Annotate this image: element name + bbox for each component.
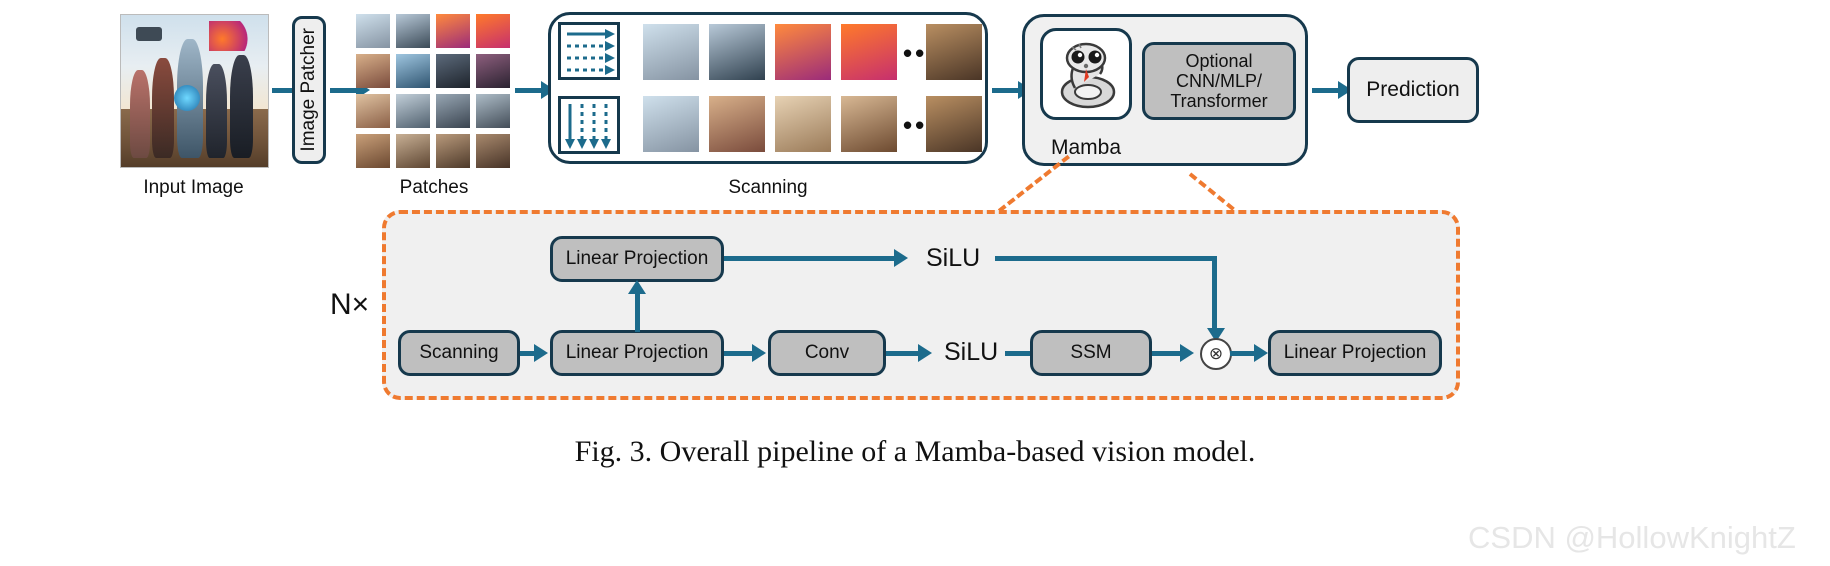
vertical-raster-scan-icon — [558, 96, 620, 154]
patch-tile — [476, 94, 510, 128]
vertical-scan-arrows — [565, 104, 611, 149]
arrow-scanning-to-backbone-line — [992, 88, 1020, 93]
arrow-multiply-to-lpout-head — [1254, 344, 1268, 362]
patch-tile — [396, 54, 430, 88]
patch-tile — [476, 14, 510, 48]
arrow-multiply-to-lpout-line — [1230, 351, 1256, 356]
figure-canvas: Input Image Image Patcher Patches ••• ••… — [0, 0, 1830, 566]
scan-row2-tile — [841, 96, 897, 152]
patch-tile — [436, 94, 470, 128]
input-image-energy-shield — [173, 84, 200, 111]
patch-tile — [436, 54, 470, 88]
arrow-patches-to-scanning-line — [515, 88, 543, 93]
arrow-lpin-to-lptop-line — [635, 292, 640, 332]
arrow-scanning-to-lpin-head — [534, 344, 548, 362]
scan-row2-tile — [775, 96, 831, 152]
optional-module-box[interactable]: Optional CNN/MLP/ Transformer — [1142, 42, 1296, 120]
arrow-lpin-to-conv-head — [752, 344, 766, 362]
linear-projection-top-box[interactable]: Linear Projection — [550, 236, 724, 282]
scanning-label: Scanning — [728, 177, 808, 198]
scan-row1-tile — [775, 24, 831, 80]
scan-row1-tile — [709, 24, 765, 80]
image-patcher-label: Image Patcher — [298, 28, 320, 152]
scan-row1-tile — [643, 24, 699, 80]
image-patcher-box[interactable]: Image Patcher — [292, 16, 326, 164]
patch-tile — [356, 54, 390, 88]
horizontal-raster-scan-icon — [558, 22, 620, 80]
arrow-backbone-to-prediction-line — [1312, 88, 1340, 93]
scan-row1-tile — [841, 24, 897, 80]
optional-module-line1: Optional — [1185, 50, 1253, 71]
arrow-conv-to-silubottom-line — [886, 351, 920, 356]
arrow-silutop-right-line — [995, 256, 1217, 261]
arrow-conv-to-silubottom-head — [918, 344, 932, 362]
conv-box[interactable]: Conv — [768, 330, 886, 376]
scan-row2-tile — [926, 96, 982, 152]
snake-icon — [1060, 42, 1116, 109]
scanning-box-label: Scanning — [419, 342, 499, 364]
linear-projection-out-box[interactable]: Linear Projection — [1268, 330, 1442, 376]
linear-projection-in-box[interactable]: Linear Projection — [550, 330, 724, 376]
horizontal-scan-arrows — [567, 29, 615, 75]
multiply-node: ⊗ — [1200, 338, 1232, 370]
ssm-box[interactable]: SSM — [1030, 330, 1152, 376]
conv-label: Conv — [804, 342, 850, 364]
patch-tile — [396, 134, 430, 168]
ssm-label: SSM — [1070, 342, 1112, 364]
arrow-lpin-to-lptop-head — [628, 280, 646, 294]
patch-tile — [356, 14, 390, 48]
scan-row1-tile — [926, 24, 982, 80]
patch-tile — [356, 134, 390, 168]
arrow-lptop-to-silutop-head — [894, 249, 908, 267]
linear-projection-out-label: Linear Projection — [1283, 342, 1427, 364]
scan-row2-tile — [709, 96, 765, 152]
silu-top-label: SiLU — [926, 244, 981, 272]
patch-tile — [476, 134, 510, 168]
input-image-wing-glow — [209, 21, 254, 52]
watermark: CSDN @HollowKnightZ — [1468, 520, 1796, 555]
arrow-silutop-down-line — [1212, 256, 1217, 330]
arrow-lpin-to-conv-line — [724, 351, 754, 356]
input-image-figure-1 — [129, 69, 151, 158]
arrow-silubottom-to-ssm-line — [1005, 351, 1033, 356]
patch-tile — [396, 14, 430, 48]
input-image-figure-2 — [151, 57, 174, 158]
optional-module-line3: Transformer — [1170, 91, 1268, 112]
patch-tile — [356, 94, 390, 128]
input-image-figure-5 — [229, 54, 254, 158]
mamba-label: Mamba — [1050, 136, 1122, 159]
prediction-box[interactable]: Prediction — [1347, 57, 1479, 123]
patch-tile — [396, 94, 430, 128]
mamba-icon-frame — [1040, 28, 1132, 120]
scanning-box[interactable]: Scanning — [398, 330, 520, 376]
silu-bottom-label: SiLU — [944, 338, 999, 366]
arrow-lptop-to-silutop-line — [724, 256, 896, 261]
patches-grid — [356, 14, 512, 168]
arrow-patcher-to-patches-line — [330, 88, 358, 93]
input-image-label: Input Image — [143, 177, 244, 198]
patch-tile — [436, 14, 470, 48]
multiply-symbol: ⊗ — [1208, 344, 1224, 363]
patch-tile — [436, 134, 470, 168]
figure-caption: Fig. 3. Overall pipeline of a Mamba-base… — [574, 435, 1256, 468]
linear-projection-top-label: Linear Projection — [565, 248, 709, 270]
input-image — [120, 14, 269, 168]
scan-row2-tile — [643, 96, 699, 152]
prediction-label: Prediction — [1366, 78, 1460, 102]
linear-projection-in-label: Linear Projection — [565, 342, 709, 364]
arrow-ssm-to-multiply-head — [1180, 344, 1194, 362]
arrow-ssm-to-multiply-line — [1152, 351, 1182, 356]
input-image-hammer-icon — [135, 27, 162, 42]
input-image-figure-4 — [206, 63, 227, 158]
repeat-count-label: N× — [330, 288, 370, 321]
patch-tile — [476, 54, 510, 88]
patches-label: Patches — [399, 177, 469, 198]
optional-module-line2: CNN/MLP/ — [1175, 70, 1262, 91]
